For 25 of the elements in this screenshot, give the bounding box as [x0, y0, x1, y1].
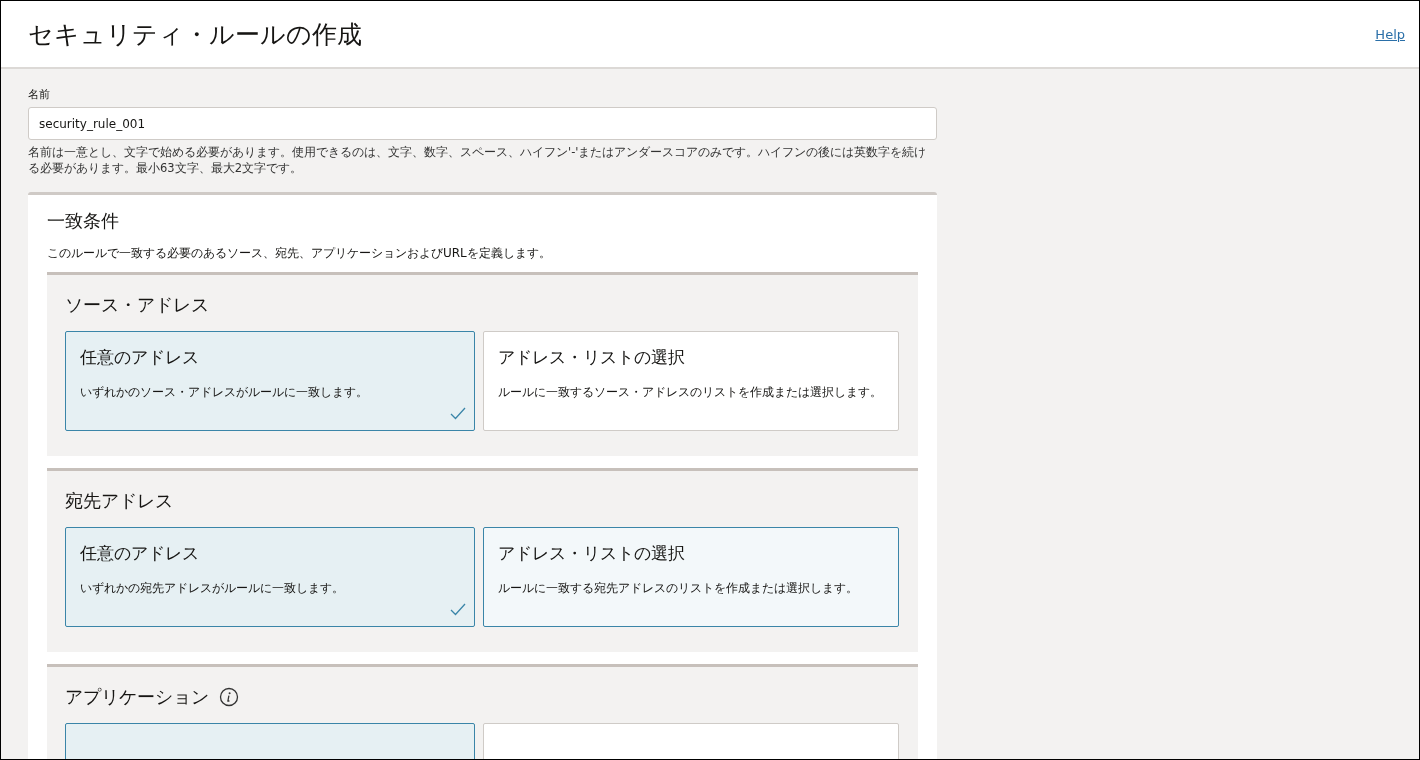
option-title: 任意のアドレス — [80, 346, 200, 369]
section-title: ソース・アドレス — [65, 293, 209, 317]
field-label: 名前 — [28, 87, 51, 102]
field-hint: 名前は一意とし、文字で始める必要があります。使用できるのは、文字、数字、スペース、ハイフン'-'またはアンダースコアのみです。ハイフンの後には英数字を続ける必要があります。最小63文字、最大2文字です。 — [28, 144, 928, 176]
name-input-field[interactable]: security_rule_001 — [28, 107, 937, 140]
option-description: いずれかのソース・アドレスがルールに一致します。 — [80, 384, 369, 401]
option-title: アドレス・リストの選択 — [498, 542, 686, 565]
option-title: 任意のアドレス — [80, 542, 200, 565]
option-tile[interactable]: アドレス・リストの選択 ルールに一致する宛先アドレスのリストを作成または選択します。 — [483, 527, 899, 627]
help-link[interactable]: Help — [1375, 26, 1405, 42]
option-title: アドレス・リストの選択 — [498, 346, 686, 369]
section-title: 宛先アドレス — [65, 489, 173, 513]
option-tile[interactable]: 任意のアドレス いずれかの宛先アドレスがルールに一致します。 — [65, 527, 475, 627]
check-icon — [450, 603, 466, 616]
page-title: セキュリティ・ルールの作成 — [28, 18, 362, 51]
card-title: 一致条件 — [47, 209, 120, 233]
info-icon[interactable] — [219, 687, 239, 707]
option-description: いずれかの宛先アドレスがルールに一致します。 — [80, 580, 345, 597]
card-description: このルールで一致する必要のあるソース、宛先、アプリケーションおよびURLを定義します。 — [47, 245, 552, 262]
check-icon — [450, 407, 466, 420]
option-tile[interactable]: アドレス・リストの選択 ルールに一致するソース・アドレスのリストを作成または選択します。 — [483, 331, 899, 431]
option-description: ルールに一致する宛先アドレスのリストを作成または選択します。 — [498, 580, 859, 597]
section-title: アプリケーション — [65, 685, 209, 709]
option-tile[interactable]: 任意のアドレス いずれかのソース・アドレスがルールに一致します。 — [65, 331, 475, 431]
option-description: ルールに一致するソース・アドレスのリストを作成または選択します。 — [498, 384, 883, 401]
